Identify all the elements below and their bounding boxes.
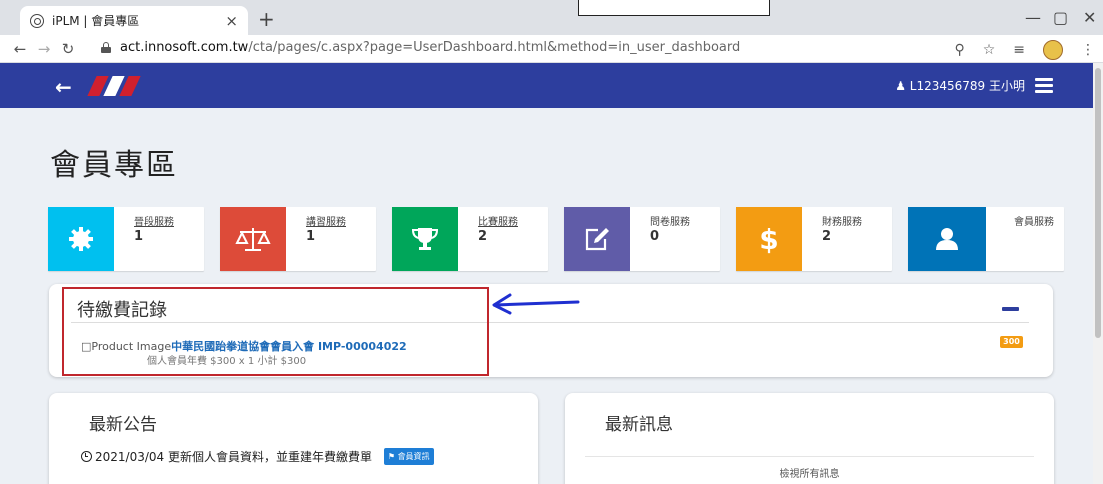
stat-box-finance[interactable]: $ 財務服務 2 (736, 207, 892, 271)
collapse-button[interactable] (1002, 307, 1019, 311)
browser-tab[interactable]: iPLM | 會員專區 × (20, 6, 248, 35)
user-account[interactable]: ♟ L123456789 王小明 (895, 77, 1025, 94)
clock-icon (81, 451, 92, 462)
tab-title: iPLM | 會員專區 (52, 14, 140, 28)
maximize-button[interactable]: ▢ (1053, 8, 1068, 27)
price-badge: 300 (1000, 336, 1023, 348)
annotation-box (578, 0, 770, 16)
stat-label: 財務服務 (822, 217, 862, 228)
app-header: ← ♟ L123456789 王小明 (0, 63, 1093, 108)
scrollbar-thumb[interactable] (1095, 68, 1101, 338)
stat-label[interactable]: 講習服務 (306, 213, 346, 228)
stat-label: 問卷服務 (650, 217, 690, 228)
zoom-icon[interactable]: ⚲ (954, 42, 964, 58)
new-tab-button[interactable]: + (258, 9, 275, 29)
annotation-arrow-icon (492, 293, 580, 315)
stat-box-rank[interactable]: 晉段服務 1 (48, 207, 204, 271)
user-icon (908, 207, 986, 271)
stat-value: 0 (650, 229, 660, 244)
annotation-highlight-box (62, 287, 489, 376)
announcement-tag: ⚑ 會員資訊 (383, 448, 434, 465)
trophy-icon (392, 207, 458, 271)
browser-tabstrip: iPLM | 會員專區 × + — ▢ ✕ (0, 0, 1103, 35)
tag-icon: ⚑ (387, 452, 396, 461)
dollar-icon: $ (736, 207, 802, 271)
back-arrow-icon[interactable]: ← (55, 75, 72, 99)
minimize-button[interactable]: — (1025, 8, 1041, 27)
stat-label[interactable]: 晉段服務 (134, 213, 174, 228)
close-window-button[interactable]: ✕ (1083, 8, 1096, 27)
profile-avatar-icon[interactable] (1043, 40, 1063, 60)
messages-title: 最新訊息 (605, 415, 673, 435)
tab-close-icon[interactable]: × (225, 12, 238, 30)
user-icon: ♟ (895, 79, 906, 93)
lock-icon (101, 42, 111, 53)
announcement-item[interactable]: 2021/03/04 更新個人會員資料，並重建年費繳費單 ⚑ 會員資訊 (81, 448, 501, 465)
stat-label: 會員服務 (1014, 217, 1054, 228)
announcements-panel: 最新公告 2021/03/04 更新個人會員資料，並重建年費繳費單 ⚑ 會員資訊 (49, 393, 538, 484)
edit-icon (564, 207, 630, 271)
menu-kebab-icon[interactable]: ⋮ (1081, 42, 1095, 58)
announcement-date: 2021/03/04 (95, 450, 165, 464)
page-title: 會員專區 (50, 148, 178, 183)
view-all-messages-link[interactable]: 檢視所有訊息 (565, 465, 1054, 480)
address-bar-row: ← → ↻ act.innosoft.com.tw/cta/pages/c.as… (0, 35, 1103, 63)
messages-panel: 最新訊息 檢視所有訊息 (565, 393, 1054, 484)
gear-icon (48, 207, 114, 271)
forward-nav-icon[interactable]: → (32, 40, 56, 58)
stat-label[interactable]: 比賽服務 (478, 213, 518, 228)
stat-box-training[interactable]: 講習服務 1 (220, 207, 376, 271)
stat-value: 1 (306, 229, 316, 244)
back-nav-icon[interactable]: ← (8, 40, 32, 58)
url-host: act.innosoft.com.tw (120, 40, 249, 55)
stat-value: 2 (478, 229, 488, 244)
user-name: L123456789 王小明 (909, 79, 1025, 93)
page-scrollbar[interactable] (1093, 63, 1103, 484)
balance-scale-icon (220, 207, 286, 271)
stat-value: 1 (134, 229, 144, 244)
brand-logo (86, 76, 141, 96)
reading-list-icon[interactable]: ≡ (1013, 42, 1025, 58)
bookmark-star-icon[interactable]: ☆ (983, 42, 996, 58)
announcements-title: 最新公告 (89, 415, 157, 435)
stat-box-member[interactable]: 會員服務 (908, 207, 1064, 271)
stat-box-competition[interactable]: 比賽服務 2 (392, 207, 548, 271)
reload-icon[interactable]: ↻ (56, 40, 80, 58)
divider (585, 456, 1034, 457)
stat-value: 2 (822, 229, 832, 244)
announcement-text[interactable]: 更新個人會員資料，並重建年費繳費單 (168, 450, 372, 464)
site-favicon-icon (30, 13, 44, 28)
url-path: /cta/pages/c.aspx?page=UserDashboard.htm… (248, 40, 741, 55)
url-field[interactable]: act.innosoft.com.tw/cta/pages/c.aspx?pag… (120, 40, 740, 55)
hamburger-menu-icon[interactable] (1035, 78, 1053, 93)
browser-toolbar-icons: ⚲ ☆ ≡ ⋮ (954, 40, 1095, 60)
stat-box-survey[interactable]: 問卷服務 0 (564, 207, 720, 271)
tag-label: 會員資訊 (397, 452, 430, 461)
screen: iPLM | 會員專區 × + — ▢ ✕ ← → ↻ act.innosoft… (0, 0, 1103, 484)
